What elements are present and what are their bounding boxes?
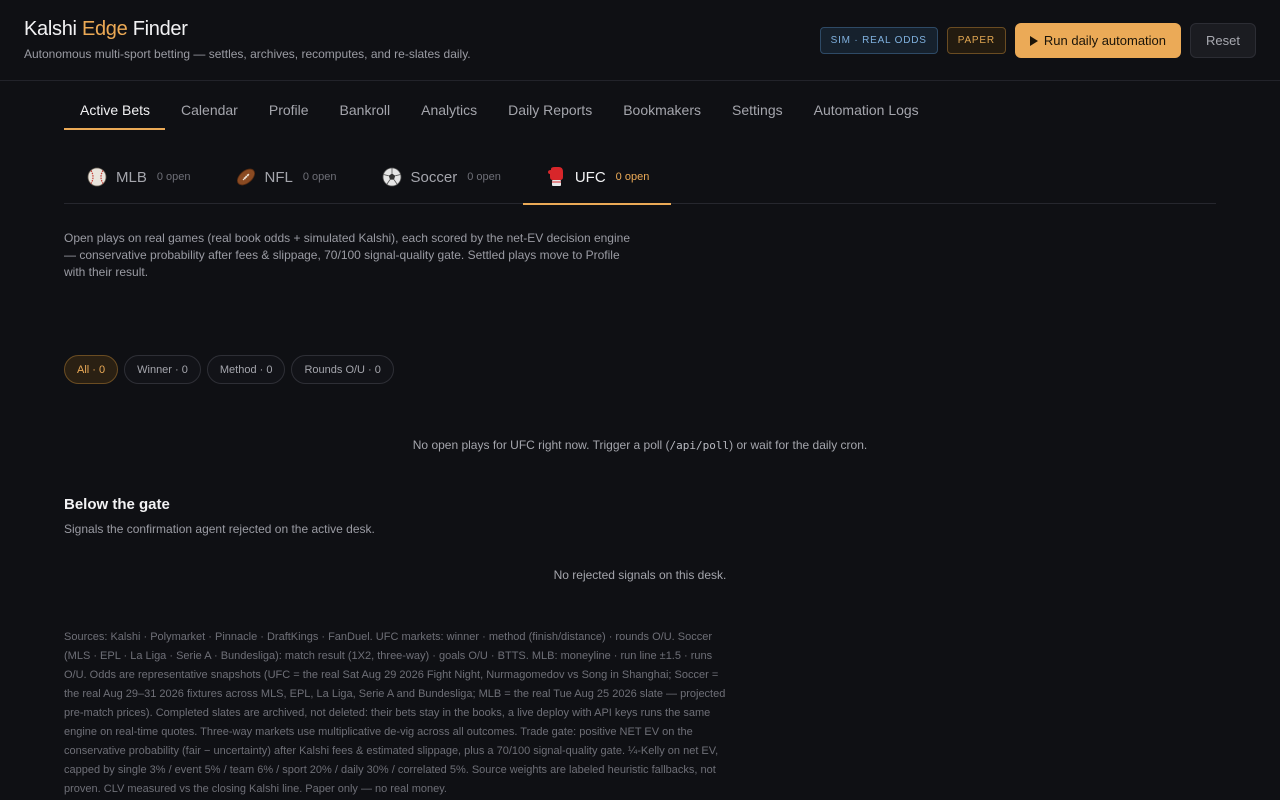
sport-tab-ufc[interactable]: UFC 0 open (522, 150, 672, 205)
sport-open-count: 0 open (156, 171, 191, 183)
sport-open-count: 0 open (302, 171, 337, 183)
tab-settings[interactable]: Settings (716, 90, 798, 130)
filter-rounds-ou[interactable]: Rounds O/U · 0 (291, 355, 394, 384)
app-title: Kalshi Edge Finder (24, 18, 188, 40)
active-bets-description: Open plays on real games (real book odds… (64, 231, 630, 279)
empty-rejected-message: No rejected signals on this desk. (553, 568, 727, 582)
reset-button[interactable]: Reset (1190, 23, 1256, 58)
football-icon (235, 166, 257, 188)
play-icon (1029, 35, 1038, 46)
sources-footnote: Sources: Kalshi · Polymarket · Pinnacle … (64, 631, 726, 795)
filter-method[interactable]: Method · 0 (206, 355, 286, 384)
run-daily-automation-label: Run daily automation (1043, 33, 1167, 48)
run-daily-automation-button[interactable]: Run daily automation (1014, 23, 1182, 58)
sport-tabs: MLB 0 open NFL 0 open Soccer 0 open UFC … (64, 150, 1216, 205)
sport-tab-nfl[interactable]: NFL 0 open (213, 150, 359, 204)
sport-open-count: 0 open (467, 171, 501, 183)
paper-mode-badge: PAPER (946, 27, 1006, 54)
below-gate-subtitle: Signals the confirmation agent rejected … (64, 522, 375, 536)
sport-name: MLB (116, 168, 147, 186)
market-filters: All · 0 Winner · 0 Method · 0 Rounds O/U… (64, 355, 394, 384)
filter-all[interactable]: All · 0 (64, 355, 119, 384)
below-gate-title: Below the gate (64, 496, 170, 513)
sport-name: UFC (574, 168, 606, 186)
tab-active-bets[interactable]: Active Bets (64, 90, 166, 130)
tab-calendar[interactable]: Calendar (165, 90, 253, 130)
sport-tab-mlb[interactable]: MLB 0 open (64, 150, 213, 204)
filter-winner[interactable]: Winner · 0 (124, 355, 201, 384)
tab-automation-logs[interactable]: Automation Logs (798, 90, 934, 130)
app-subtitle: Autonomous multi-sport betting — settles… (24, 47, 471, 61)
tab-daily-reports[interactable]: Daily Reports (492, 90, 607, 130)
sport-tab-soccer[interactable]: Soccer 0 open (359, 150, 523, 204)
soccer-ball-icon (381, 166, 403, 188)
main-nav: Active Bets Calendar Profile Bankroll An… (64, 90, 1216, 130)
empty-open-plays-message: No open plays for UFC right now. Trigger… (412, 438, 868, 452)
app-header: Kalshi Edge Finder Autonomous multi-spor… (0, 0, 1280, 81)
tab-profile[interactable]: Profile (253, 90, 324, 130)
baseball-icon (86, 166, 108, 188)
sport-name: NFL (264, 168, 293, 186)
api-poll-code: /api/poll (669, 439, 730, 452)
tab-analytics[interactable]: Analytics (405, 90, 492, 130)
sim-real-odds-badge: SIM · REAL ODDS (819, 27, 938, 54)
tab-bankroll[interactable]: Bankroll (324, 90, 406, 130)
header-actions: SIM · REAL ODDS PAPER Run daily automati… (819, 23, 1256, 58)
sport-name: Soccer (410, 168, 458, 186)
boxing-glove-icon (545, 166, 567, 188)
tab-bookmakers[interactable]: Bookmakers (607, 90, 716, 130)
brand-accent: Edge (81, 18, 128, 40)
sport-open-count: 0 open (615, 171, 650, 183)
